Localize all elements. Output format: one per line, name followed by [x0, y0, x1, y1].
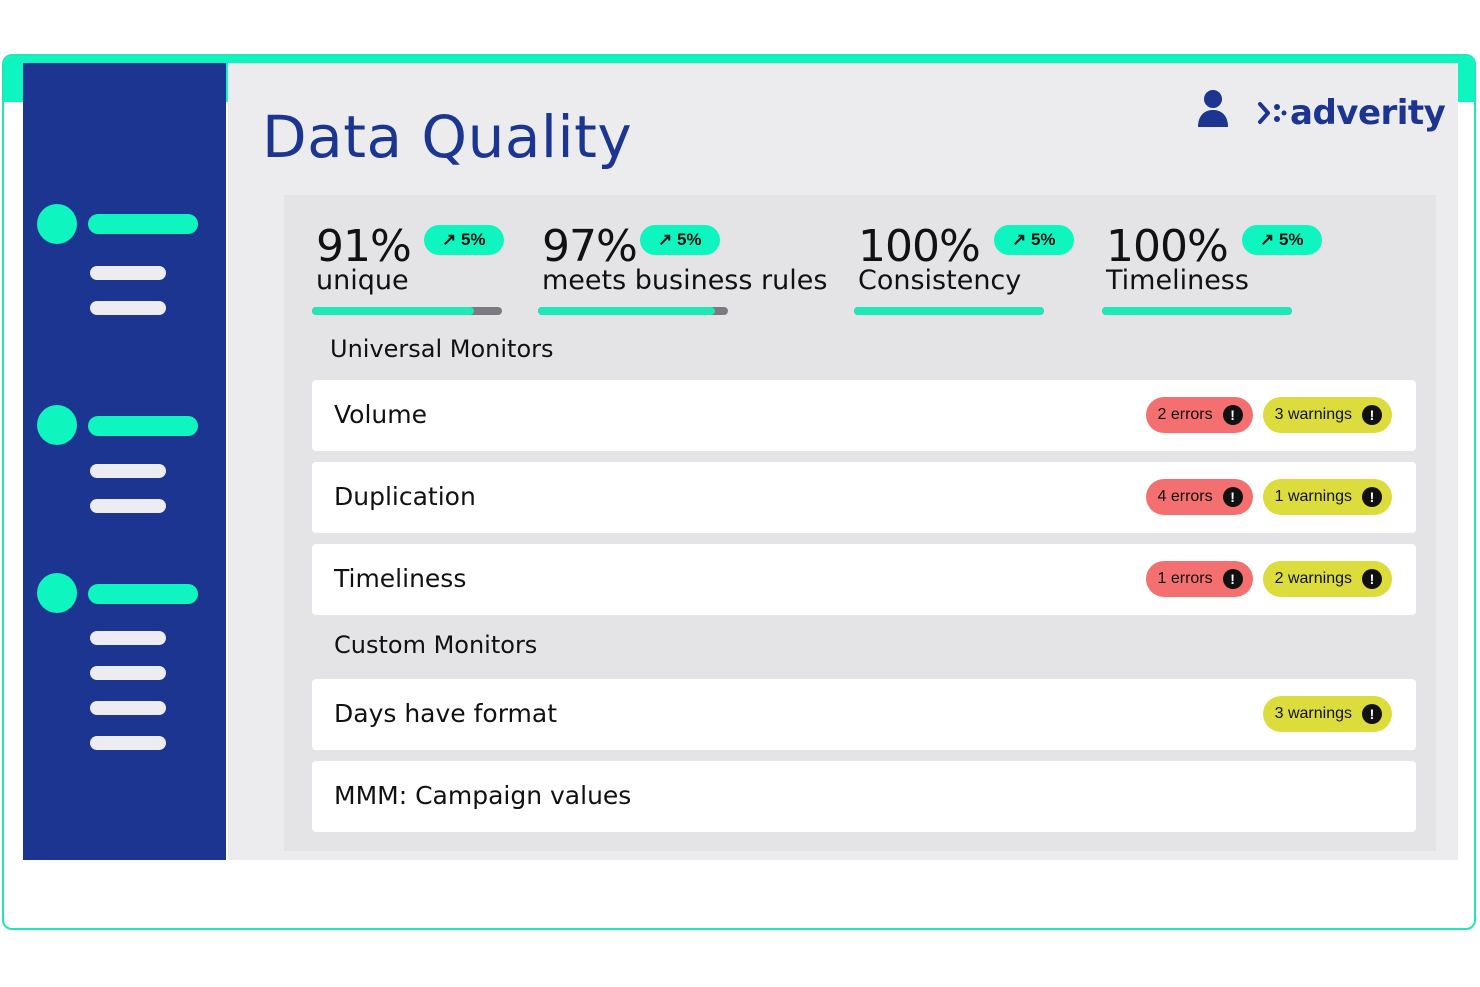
- alert-icon: !: [1362, 569, 1382, 589]
- sidebar-item[interactable]: [90, 266, 166, 280]
- errors-badge[interactable]: 1 errors !: [1145, 561, 1253, 597]
- progress-bar: [312, 307, 502, 315]
- errors-badge[interactable]: 2 errors !: [1145, 397, 1253, 433]
- sidebar-item[interactable]: [90, 666, 166, 680]
- metric-label: meets business rules: [542, 265, 828, 296]
- trend-badge: ↗ 5%: [640, 225, 720, 255]
- warnings-count: 2 warnings: [1274, 570, 1352, 587]
- sidebar-item[interactable]: [90, 736, 166, 750]
- warnings-badge[interactable]: 3 warnings !: [1262, 696, 1392, 732]
- warnings-count: 3 warnings: [1274, 705, 1352, 722]
- trend-badge: ↗ 5%: [424, 225, 504, 255]
- errors-count: 1 errors: [1157, 570, 1213, 587]
- alert-icon: !: [1362, 405, 1382, 425]
- sidebar-item[interactable]: [90, 631, 166, 645]
- metric-label: unique: [316, 265, 409, 296]
- metric-label: Consistency: [858, 265, 1022, 296]
- alert-icon: !: [1222, 405, 1243, 425]
- brand-name: adverity: [1290, 93, 1446, 133]
- monitor-name: Duplication: [334, 482, 476, 511]
- monitor-name: Timeliness: [334, 564, 467, 593]
- monitor-row-duplication[interactable]: Duplication 4 errors ! 1 warnings !: [312, 462, 1416, 533]
- progress-fill: [538, 307, 715, 315]
- user-icon[interactable]: [1196, 89, 1230, 129]
- sidebar-bullet-icon: [37, 204, 77, 244]
- section-title-custom: Custom Monitors: [334, 631, 538, 659]
- progress-fill: [312, 307, 474, 315]
- warnings-count: 3 warnings: [1274, 406, 1352, 423]
- quality-panel: 91% ↗ 5% unique 97% ↗ 5% meets business …: [284, 195, 1436, 851]
- trend-badge: ↗ 5%: [994, 225, 1074, 255]
- warnings-badge[interactable]: 1 warnings !: [1262, 479, 1392, 515]
- warnings-badge[interactable]: 2 warnings !: [1262, 561, 1392, 597]
- sidebar-bullet-icon: [37, 405, 77, 445]
- warnings-badge[interactable]: 3 warnings !: [1262, 397, 1392, 433]
- alert-icon: !: [1222, 487, 1243, 507]
- alert-icon: !: [1362, 487, 1382, 507]
- trend-badge: ↗ 5%: [1242, 225, 1322, 255]
- sidebar-item[interactable]: [90, 499, 166, 513]
- metric-label: Timeliness: [1106, 265, 1249, 296]
- monitor-name: Days have format: [334, 699, 558, 728]
- sidebar-item-active[interactable]: [88, 416, 198, 436]
- sidebar-bullet-icon: [37, 573, 77, 613]
- alert-icon: !: [1362, 704, 1382, 724]
- sidebar-item-active[interactable]: [88, 584, 198, 604]
- main-content: Data Quality adverity 91% ↗ 5% unique 97…: [228, 63, 1458, 860]
- progress-fill: [1102, 307, 1292, 315]
- section-title-universal: Universal Monitors: [330, 335, 554, 363]
- sidebar-item[interactable]: [90, 301, 166, 315]
- monitor-name: Volume: [334, 400, 427, 429]
- errors-count: 4 errors: [1157, 488, 1213, 505]
- page-title: Data Quality: [262, 103, 633, 171]
- monitor-row-volume[interactable]: Volume 2 errors ! 3 warnings !: [312, 380, 1416, 451]
- monitor-row-timeliness[interactable]: Timeliness 1 errors ! 2 warnings !: [312, 544, 1416, 615]
- progress-bar: [1102, 307, 1292, 315]
- warnings-count: 1 warnings: [1274, 488, 1352, 505]
- sidebar: [23, 63, 226, 860]
- progress-bar: [538, 307, 728, 315]
- progress-bar: [854, 307, 1044, 315]
- brand-logo: adverity: [1254, 93, 1446, 133]
- monitor-name: MMM: Campaign values: [334, 781, 632, 810]
- sidebar-item-active[interactable]: [88, 214, 198, 234]
- monitor-row-mmm-campaign[interactable]: MMM: Campaign values: [312, 761, 1416, 832]
- errors-count: 2 errors: [1157, 406, 1213, 423]
- alert-icon: !: [1222, 569, 1243, 589]
- adverity-logo-icon: [1258, 102, 1287, 124]
- progress-fill: [854, 307, 1044, 315]
- monitor-row-days-format[interactable]: Days have format 3 warnings !: [312, 679, 1416, 750]
- errors-badge[interactable]: 4 errors !: [1145, 479, 1253, 515]
- sidebar-item[interactable]: [90, 701, 166, 715]
- sidebar-item[interactable]: [90, 464, 166, 478]
